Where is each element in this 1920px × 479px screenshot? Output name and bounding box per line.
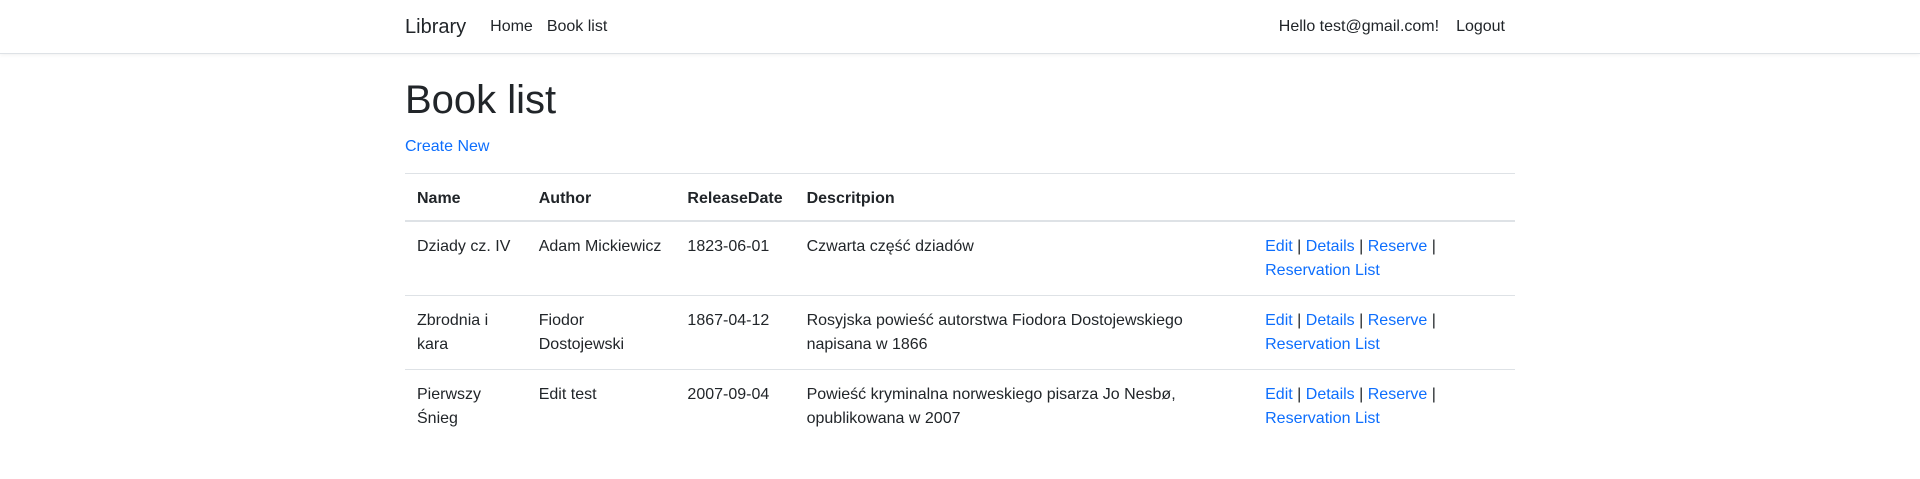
cell-author: Fiodor Dostojewski [538, 312, 625, 353]
logout-link[interactable]: Logout [1456, 18, 1505, 36]
header-name: Name [417, 190, 461, 207]
separator: | [1297, 386, 1302, 403]
nav-link-book-list[interactable]: Book list [547, 18, 607, 36]
header-actions [1253, 174, 1515, 222]
header-release-date: ReleaseDate [687, 190, 783, 207]
separator: | [1359, 312, 1364, 329]
reserve-link[interactable]: Reserve [1368, 386, 1428, 403]
separator: | [1431, 312, 1436, 329]
cell-actions: Edit | Details | Reserve | Reservation L… [1253, 221, 1515, 296]
details-link[interactable]: Details [1306, 238, 1355, 255]
cell-description: Czwarta część dziadów [806, 238, 974, 255]
cell-actions: Edit | Details | Reserve | Reservation L… [1253, 296, 1515, 370]
table-body: Dziady cz. IV Adam Mickiewicz 1823-06-01… [405, 221, 1515, 443]
cell-author: Edit test [538, 386, 597, 403]
navbar-container: Library Home Book list Hello test@gmail.… [405, 0, 1515, 54]
cell-release-date: 1823-06-01 [687, 238, 770, 255]
reserve-link[interactable]: Reserve [1368, 238, 1428, 255]
page-title: Book list [405, 78, 557, 122]
separator: | [1431, 238, 1436, 255]
user-greeting: Hello test@gmail.com! [1278, 18, 1440, 35]
main-content: Book list Create New Name Author Release… [405, 76, 1515, 443]
reservation-list-link[interactable]: Reservation List [1265, 336, 1380, 353]
separator: | [1359, 386, 1364, 403]
table-header: Name Author ReleaseDate Descritpion [405, 173, 1515, 222]
cell-description: Powieść kryminalna norweskiego pisarza J… [806, 386, 1176, 427]
header-row: Name Author ReleaseDate Descritpion [405, 173, 1515, 222]
reserve-link[interactable]: Reserve [1368, 312, 1428, 329]
navbar-right: Hello test@gmail.com! Logout [1279, 18, 1515, 36]
cell-release-date: 1867-04-12 [687, 312, 770, 329]
details-link[interactable]: Details [1306, 386, 1355, 403]
cell-actions: Edit | Details | Reserve | Reservation L… [1253, 370, 1515, 444]
reservation-list-link[interactable]: Reservation List [1265, 262, 1380, 279]
separator: | [1297, 312, 1302, 329]
table-row: Zbrodnia i kara Fiodor Dostojewski 1867-… [405, 296, 1515, 370]
navbar-left: Library Home Book list [405, 16, 621, 39]
cell-name: Dziady cz. IV [417, 238, 511, 255]
cell-name: Pierwszy Śnieg [417, 386, 482, 427]
header-description: Descritpion [806, 190, 895, 207]
edit-link[interactable]: Edit [1265, 312, 1293, 329]
nav-link-home[interactable]: Home [490, 18, 533, 36]
header-author: Author [538, 190, 592, 207]
separator: | [1297, 238, 1302, 255]
reservation-list-link[interactable]: Reservation List [1265, 410, 1380, 427]
table-row: Pierwszy Śnieg Edit test 2007-09-04 Powi… [405, 370, 1515, 444]
cell-release-date: 2007-09-04 [687, 386, 770, 403]
separator: | [1431, 386, 1436, 403]
create-new-link[interactable]: Create New [405, 138, 489, 156]
edit-link[interactable]: Edit [1265, 386, 1293, 403]
separator: | [1359, 238, 1364, 255]
book-table: Name Author ReleaseDate Descritpion Dzia… [405, 173, 1515, 443]
cell-description: Rosyjska powieść autorstwa Fiodora Dosto… [806, 312, 1183, 353]
top-navbar: Library Home Book list Hello test@gmail.… [0, 0, 1920, 54]
brand-link[interactable]: Library [405, 16, 466, 39]
cell-author: Adam Mickiewicz [538, 238, 662, 255]
cell-name: Zbrodnia i kara [417, 312, 489, 353]
table-row: Dziady cz. IV Adam Mickiewicz 1823-06-01… [405, 221, 1515, 296]
edit-link[interactable]: Edit [1265, 238, 1293, 255]
details-link[interactable]: Details [1306, 312, 1355, 329]
